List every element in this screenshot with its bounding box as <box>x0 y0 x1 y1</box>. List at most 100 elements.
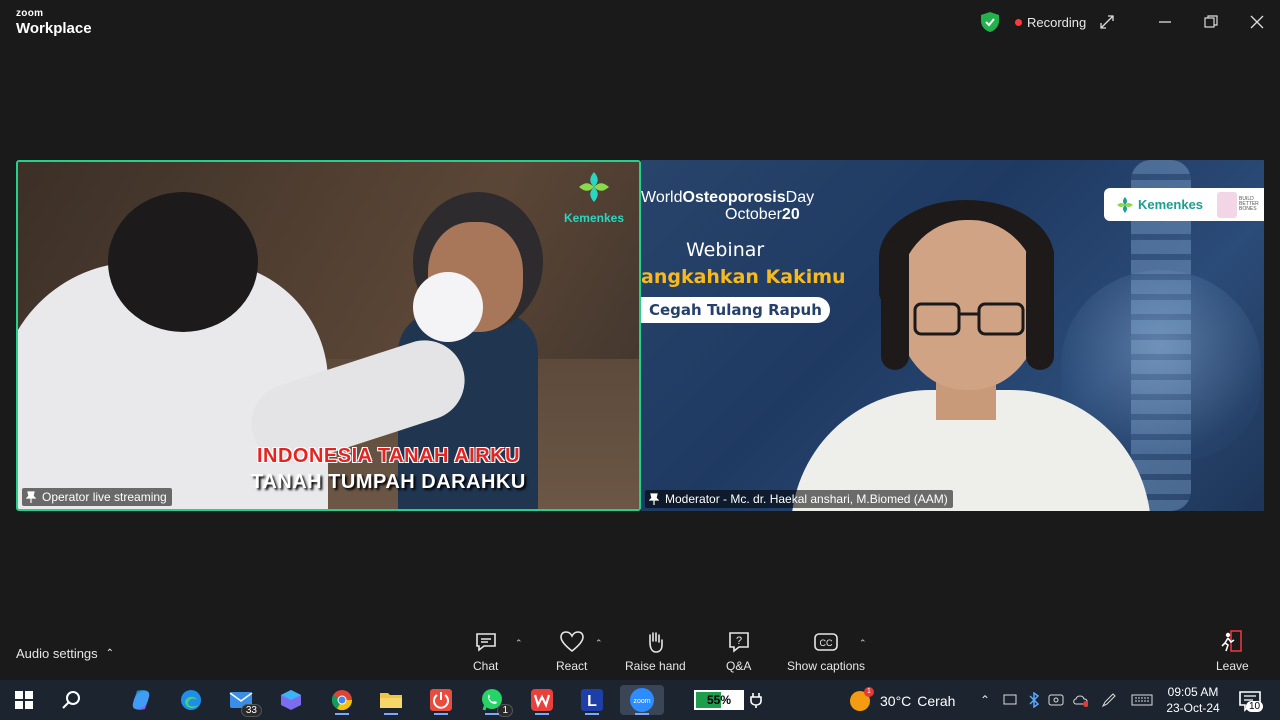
captions-options-chevron-icon[interactable]: ⌃ <box>859 638 867 649</box>
leave-button[interactable]: Leave <box>1216 630 1249 673</box>
taskbar-zoom[interactable]: zoom <box>620 685 664 715</box>
battery-indicator[interactable]: 55% <box>694 690 744 710</box>
weather-widget[interactable]: 1 30°C Cerah <box>850 687 955 711</box>
taskbar-app-cube[interactable] <box>276 685 306 715</box>
react-options-chevron-icon[interactable]: ⌃ <box>595 638 603 649</box>
taskbar-app-power[interactable] <box>426 685 456 715</box>
taskbar-whatsapp[interactable]: 1 <box>477 685 513 717</box>
taskbar-file-explorer[interactable] <box>376 685 406 715</box>
raise-hand-icon <box>649 632 664 653</box>
event-title: WorldOsteoporosisDay <box>641 189 815 207</box>
video-tile-operator[interactable]: Kemenkes INDONESIA TANAH AIRKU TANAH TUM… <box>16 160 641 511</box>
heart-icon <box>559 631 584 653</box>
video-tile-moderator[interactable]: WorldOsteoporosisDay October20 Webinar a… <box>641 160 1264 511</box>
taskbar-chrome[interactable] <box>327 685 357 715</box>
taskbar-edge[interactable] <box>176 685 206 715</box>
taskbar-copilot[interactable] <box>126 685 156 715</box>
zoom-app-text: zoom <box>633 698 650 705</box>
battery-percent: 55% <box>706 693 732 707</box>
leave-label: Leave <box>1216 659 1249 673</box>
webcam-icon[interactable] <box>1048 692 1064 708</box>
active-indicator <box>585 713 599 715</box>
l-app-icon: L <box>581 689 603 711</box>
video-stage: Kemenkes INDONESIA TANAH AIRKU TANAH TUM… <box>0 44 1280 622</box>
tray-overflow-chevron-icon[interactable]: ⌃ <box>977 692 993 708</box>
react-button[interactable]: React <box>556 630 587 673</box>
chrome-browser-icon <box>331 690 353 711</box>
event-title-osteoporosis: Osteoporosis <box>682 189 786 206</box>
taskbar-mail[interactable]: 33 <box>226 685 262 717</box>
keyboard-icon[interactable] <box>1130 692 1154 708</box>
recording-dot-icon <box>1015 19 1022 26</box>
closed-captions-icon: CC <box>814 633 838 651</box>
power-app-icon <box>430 689 452 711</box>
sponsor-badge: Kemenkes BUILD BETTER BONES <box>1104 188 1264 221</box>
chat-label: Chat <box>473 659 499 673</box>
brand-workplace: Workplace <box>16 20 92 37</box>
active-indicator <box>335 713 349 715</box>
event-date-day: 20 <box>781 206 800 223</box>
chat-options-chevron-icon[interactable]: ⌃ <box>515 638 523 649</box>
bluetooth-icon[interactable] <box>1026 692 1042 708</box>
participant-name-tag: Operator live streaming <box>22 488 172 506</box>
taskbar-app-l[interactable]: L <box>577 685 607 715</box>
build-better-bones-text: BUILD BETTER BONES <box>1239 196 1259 212</box>
leave-icon <box>1221 630 1243 652</box>
video-caption-line1: INDONESIA TANAH AIRKU <box>256 445 521 467</box>
zoom-app-icon: zoom <box>630 688 654 712</box>
show-captions-button[interactable]: CC Show captions <box>787 630 865 673</box>
question-icon: ? <box>728 632 749 653</box>
raise-hand-button[interactable]: Raise hand <box>625 630 686 673</box>
moderator-hair-left <box>881 240 909 370</box>
restore-button[interactable] <box>1199 10 1223 34</box>
weather-sun-icon: 1 <box>850 687 874 711</box>
active-indicator <box>535 713 549 715</box>
screen-share-icon <box>1003 694 1017 705</box>
active-indicator <box>635 713 649 715</box>
fullscreen-button[interactable] <box>1095 10 1119 34</box>
search-button[interactable] <box>57 685 87 715</box>
app-brand: zoom Workplace <box>16 9 92 37</box>
taskbar-clock[interactable]: 09:05 AM 23-Oct-24 <box>1160 684 1226 716</box>
cube-app-icon <box>281 690 301 710</box>
audio-settings-button[interactable]: Audio settings ⌃ <box>16 646 114 661</box>
recording-indicator[interactable]: Recording <box>1015 15 1086 30</box>
cloud-sync-error-icon[interactable] <box>1072 692 1088 708</box>
restore-icon <box>1204 15 1218 28</box>
close-button[interactable] <box>1245 10 1269 34</box>
charging-plug-icon <box>750 693 762 708</box>
doctor-glove <box>413 272 483 342</box>
participant-name: Operator live streaming <box>42 490 167 504</box>
recording-label: Recording <box>1027 15 1087 30</box>
chat-button[interactable]: Chat <box>473 630 498 673</box>
edge-browser-icon <box>181 690 201 710</box>
notification-count: 10 <box>1246 701 1264 712</box>
windows-logo-icon <box>15 691 33 709</box>
clock-time: 09:05 AM <box>1167 685 1219 699</box>
bluetooth-glyph <box>1029 692 1040 708</box>
taskbar-wps[interactable] <box>527 685 557 715</box>
participant-name-tag: Moderator - Mc. dr. Haekal anshari, M.Bi… <box>645 490 953 508</box>
tray-app-icon[interactable] <box>1002 692 1018 708</box>
active-indicator <box>434 713 448 715</box>
start-button[interactable] <box>9 685 39 715</box>
pen-icon[interactable] <box>1101 692 1117 708</box>
chevron-up-icon: ⌃ <box>105 648 115 659</box>
keyboard-glyph <box>1131 694 1153 706</box>
qa-button[interactable]: ? Q&A <box>726 630 751 673</box>
glasses-icon <box>913 302 1025 336</box>
svg-text:CC: CC <box>820 638 833 648</box>
fullscreen-icon <box>1100 15 1114 29</box>
encryption-shield-icon[interactable] <box>981 12 999 32</box>
mail-badge: 33 <box>240 704 262 717</box>
event-date: October20 <box>725 206 800 224</box>
minimize-button[interactable] <box>1153 10 1177 34</box>
active-indicator <box>384 713 398 715</box>
slogan-line1: angkahkan Kakimu <box>641 266 846 288</box>
minimize-icon <box>1159 21 1171 23</box>
folder-icon <box>380 693 402 708</box>
moderator-hair-right <box>1026 240 1054 370</box>
doctor-head <box>108 192 258 332</box>
event-title-day: Day <box>785 189 815 206</box>
title-bar: zoom Workplace Recording <box>0 0 1280 44</box>
